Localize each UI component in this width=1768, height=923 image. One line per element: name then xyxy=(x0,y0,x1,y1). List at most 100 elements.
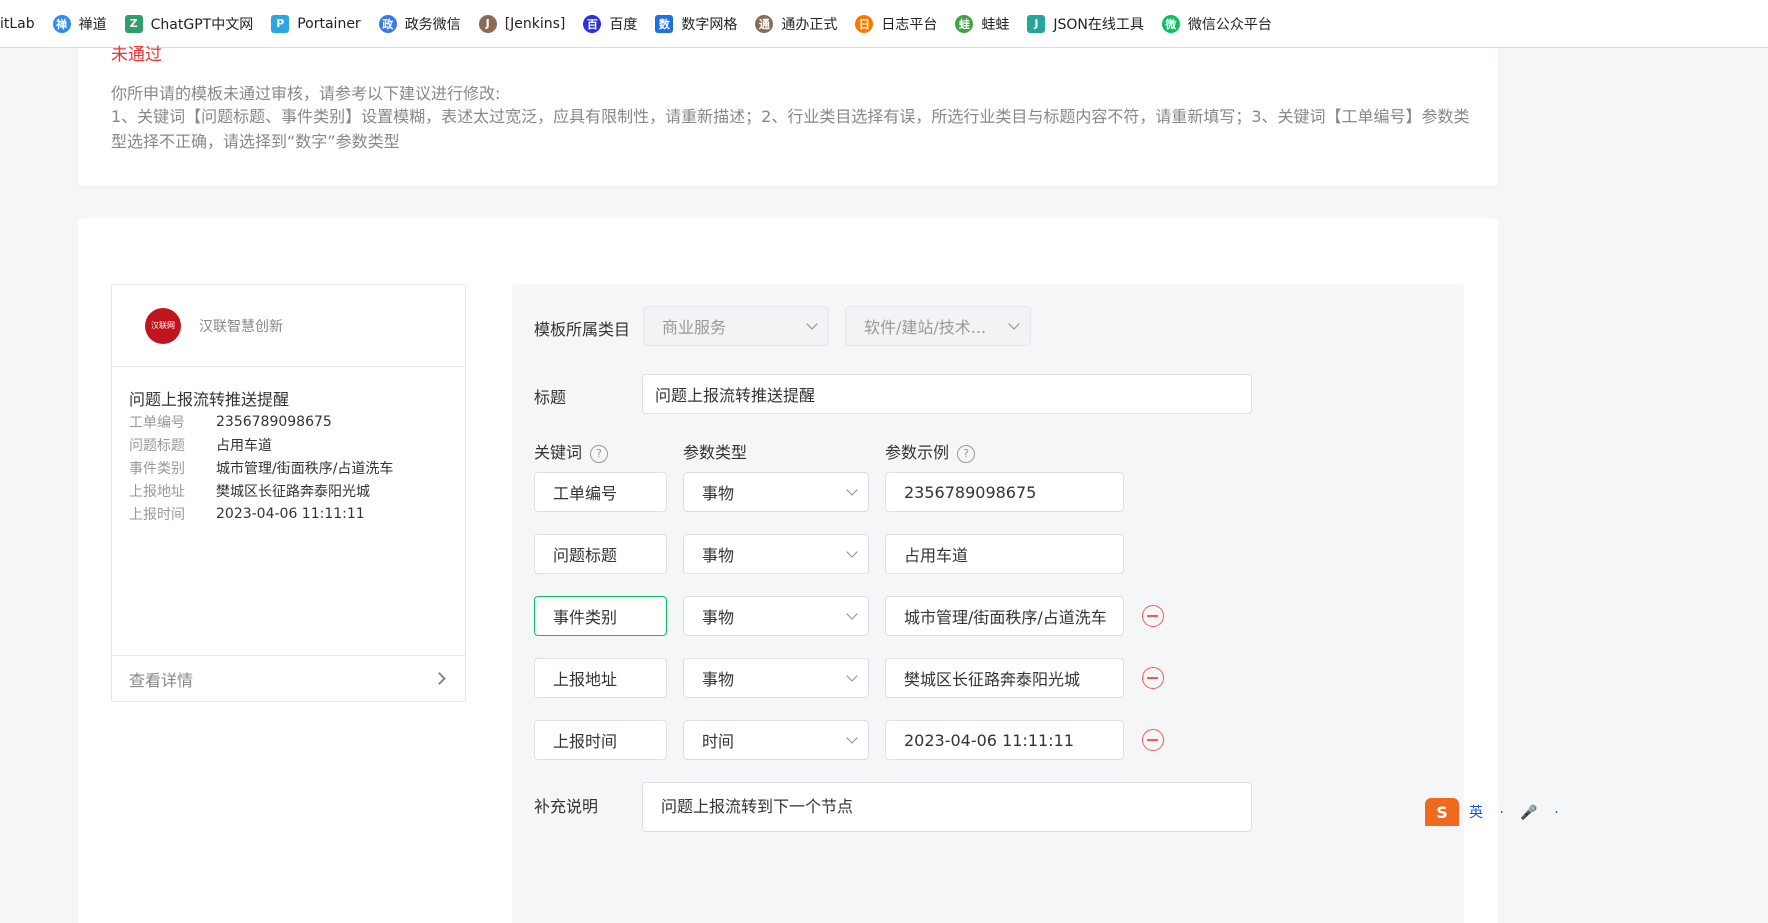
title-label: 标题 xyxy=(534,388,567,407)
bookmark-label: JSON在线工具 xyxy=(1053,16,1144,33)
bookmark-baidu[interactable]: 百百度 xyxy=(583,14,637,34)
bookmark-log-platform[interactable]: 日日志平台 xyxy=(855,14,937,34)
category-secondary-select: 软件/建站/技术... xyxy=(845,306,1031,346)
preview-row: 事件类别 城市管理/街面秩序/占道洗车 xyxy=(129,456,393,479)
bookmark-digital-grid[interactable]: 数数字网格 xyxy=(655,14,737,34)
preview-key: 工单编号 xyxy=(129,414,185,431)
preview-key: 问题标题 xyxy=(129,437,185,454)
org-name: 汉联智慧创新 xyxy=(199,318,283,335)
keyword-input[interactable]: 事件类别 xyxy=(534,596,667,636)
select-value: 事物 xyxy=(702,608,735,627)
chevron-down-icon xyxy=(846,732,858,744)
input-value: 事件类别 xyxy=(553,608,618,627)
param-example-input[interactable]: 樊城区长征路奔泰阳光城 xyxy=(885,658,1124,698)
preview-value: 樊城区长征路奔泰阳光城 xyxy=(216,483,370,500)
template-editor-card: 汉联网 汉联智慧创新 问题上报流转推送提醒 工单编号 2356789098675 … xyxy=(78,218,1498,923)
bookmark-json-tool[interactable]: J JSON在线工具 xyxy=(1027,14,1144,34)
wechat-icon: 微 xyxy=(1161,14,1180,33)
template-form: 模板所属类目 商业服务 软件/建站/技术... 标题 问题上报流转推送提醒 关键… xyxy=(512,284,1464,923)
preview-value: 2023-04-06 11:11:11 xyxy=(216,505,365,522)
gov-wechat-icon: 政 xyxy=(378,14,397,33)
select-value: 事物 xyxy=(702,484,735,503)
param-type-select[interactable]: 时间 xyxy=(683,720,869,760)
keyword-input[interactable]: 上报地址 xyxy=(534,658,667,698)
input-value: 问题标题 xyxy=(553,546,618,565)
bookmark-chatgpt[interactable]: Z ChatGPT中文网 xyxy=(124,14,254,34)
bookmark-label: 百度 xyxy=(609,16,638,33)
ime-toolbar[interactable]: S 英 · 🎤 · xyxy=(1425,798,1565,826)
remove-param-icon[interactable] xyxy=(1142,729,1164,751)
bookmark-jenkins[interactable]: J [Jenkins] xyxy=(478,14,566,33)
chevron-down-icon xyxy=(1008,318,1020,330)
review-status: 未通过 xyxy=(111,45,162,65)
review-notice-card: 未通过 你所申请的模板未通过审核，请参考以下建议进行修改: 1、关键词【问题标题… xyxy=(78,45,1498,186)
bookmark-gitlab[interactable]: itLab xyxy=(0,16,35,32)
chevron-down-icon xyxy=(846,484,858,496)
param-type-select[interactable]: 事物 xyxy=(683,596,869,636)
select-value: 商业服务 xyxy=(662,318,727,337)
view-details-link[interactable]: 查看详情 xyxy=(112,655,465,701)
param-example-header: 参数示例? xyxy=(885,439,976,463)
input-value: 樊城区长征路奔泰阳光城 xyxy=(904,670,1081,689)
bookmark-wechat-mp[interactable]: 微微信公众平台 xyxy=(1161,14,1272,34)
param-example-input[interactable]: 2356789098675 xyxy=(885,472,1124,512)
help-icon[interactable]: ? xyxy=(590,444,609,463)
chevron-down-icon xyxy=(846,546,858,558)
sogou-ime-icon: S xyxy=(1425,798,1459,826)
bookmarks-bar: itLab 禅禅道 Z ChatGPT中文网 P Portainer 政政务微信 J… xyxy=(0,0,1768,48)
bookmark-label: Portainer xyxy=(297,15,361,32)
supplement-textarea[interactable]: 问题上报流转到下一个节点 xyxy=(642,782,1252,832)
remove-param-icon[interactable] xyxy=(1142,667,1164,689)
preview-row: 上报地址 樊城区长征路奔泰阳光城 xyxy=(129,479,393,502)
preview-row: 上报时间 2023-04-06 11:11:11 xyxy=(129,502,393,525)
bookmark-label: ChatGPT中文网 xyxy=(150,16,254,33)
preview-value: 2356789098675 xyxy=(216,413,332,430)
review-intro: 你所申请的模板未通过审核，请参考以下建议进行修改: xyxy=(111,84,501,103)
preview-value: 城市管理/街面秩序/占道洗车 xyxy=(216,460,394,477)
jenkins-icon: J xyxy=(478,14,497,33)
param-type-select[interactable]: 事物 xyxy=(683,472,869,512)
chevron-down-icon xyxy=(846,670,858,682)
keyword-header-text: 关键词 xyxy=(534,443,583,462)
input-value: 问题上报流转到下一个节点 xyxy=(661,797,854,816)
input-value: 城市管理/街面秩序/占道洗车 xyxy=(904,608,1107,627)
bookmark-tongban[interactable]: 通通办正式 xyxy=(755,14,837,34)
param-type-select[interactable]: 事物 xyxy=(683,658,869,698)
param-type-select[interactable]: 事物 xyxy=(683,534,869,574)
keyword-header: 关键词? xyxy=(534,439,609,463)
input-value: 工单编号 xyxy=(553,484,618,503)
category-primary-select: 商业服务 xyxy=(643,306,829,346)
bookmark-wawa[interactable]: 蛙蛙蛙 xyxy=(955,14,1009,34)
chatgpt-icon: Z xyxy=(124,14,143,33)
keyword-input[interactable]: 上报时间 xyxy=(534,720,667,760)
keyword-input[interactable]: 问题标题 xyxy=(534,534,667,574)
org-logo: 汉联网 xyxy=(145,307,181,344)
input-value: 占用车道 xyxy=(904,546,969,565)
select-value: 事物 xyxy=(702,670,735,689)
bookmark-label: [Jenkins] xyxy=(504,15,566,32)
preview-header: 汉联网 汉联智慧创新 xyxy=(112,285,465,367)
bookmark-portainer[interactable]: P Portainer xyxy=(271,14,361,33)
title-input[interactable]: 问题上报流转推送提醒 xyxy=(642,374,1252,414)
bookmark-label: 通办正式 xyxy=(781,16,838,33)
help-icon[interactable]: ? xyxy=(957,444,976,463)
bookmark-label: 蛙蛙 xyxy=(981,16,1010,33)
bookmark-zentao[interactable]: 禅禅道 xyxy=(52,14,107,34)
view-details-label: 查看详情 xyxy=(129,670,194,690)
preview-row: 工单编号 2356789098675 xyxy=(129,410,393,433)
preview-key: 上报时间 xyxy=(129,506,185,523)
bookmark-label: 微信公众平台 xyxy=(1187,16,1272,33)
bookmark-label: 日志平台 xyxy=(881,16,938,33)
tongban-icon: 通 xyxy=(755,14,774,33)
log-icon: 日 xyxy=(855,14,874,33)
zentao-icon: 禅 xyxy=(52,14,71,33)
ime-status: 英 · 🎤 · xyxy=(1469,805,1565,821)
input-value: 2023-04-06 11:11:11 xyxy=(904,730,1074,750)
param-example-input[interactable]: 占用车道 xyxy=(885,534,1124,574)
bookmark-gov-wechat[interactable]: 政政务微信 xyxy=(378,14,461,34)
keyword-input[interactable]: 工单编号 xyxy=(534,472,667,512)
chevron-right-icon xyxy=(433,672,446,685)
remove-param-icon[interactable] xyxy=(1142,605,1164,627)
param-example-input[interactable]: 2023-04-06 11:11:11 xyxy=(885,720,1124,760)
param-example-input[interactable]: 城市管理/街面秩序/占道洗车 xyxy=(885,596,1124,636)
